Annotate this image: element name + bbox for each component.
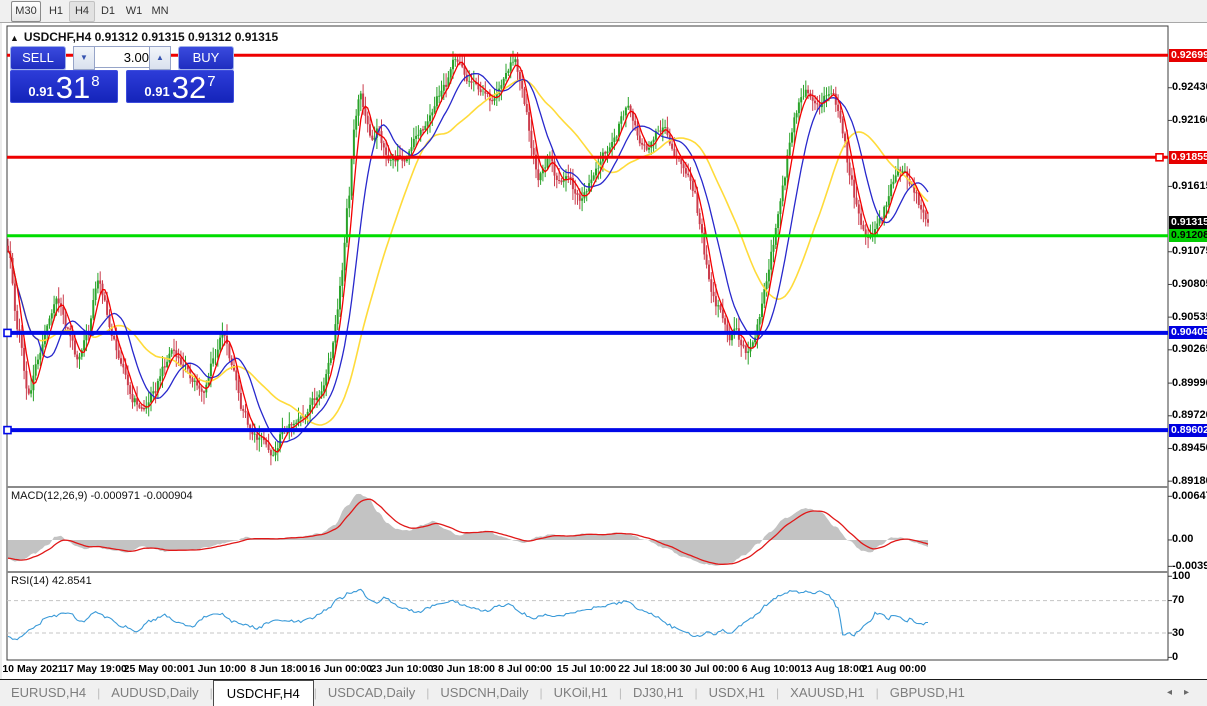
spinner-up-icon: ▲ (156, 53, 164, 62)
price-badge-0.91855: 0.91855 (1169, 151, 1207, 164)
price-tick-label: 0.89180 (1172, 475, 1207, 487)
volume-input[interactable] (95, 46, 155, 68)
time-label: 6 Aug 10:00 (742, 663, 801, 675)
panel-collapse-icon[interactable]: ▲ (10, 33, 19, 43)
tab-dj30-h1[interactable]: DJ30,H1 (622, 680, 695, 706)
buy-price-sup: 7 (207, 73, 215, 90)
candle-bodies-down (8, 59, 928, 455)
price-tick-label: 0.92430 (1172, 81, 1207, 93)
buy-price-button[interactable]: 0.91 32 7 (126, 70, 234, 103)
tab-scroll-arrows: ◂▸ (1167, 680, 1201, 706)
hline-handle-left-0.89602[interactable] (4, 427, 11, 434)
tab-usdcnh-daily[interactable]: USDCNH,Daily (429, 680, 539, 706)
sell-price-small: 0.91 (28, 84, 53, 99)
rsi-tick-label: 70 (1172, 594, 1184, 606)
sell-button[interactable]: SELL (10, 46, 66, 70)
sell-price-big: 31 (56, 73, 90, 102)
chart-title-row: ▲ USDCHF,H4 0.91312 0.91315 0.91312 0.913… (10, 30, 278, 44)
time-label: 25 May 00:00 (124, 663, 189, 675)
price-tick-label: 0.90535 (1172, 311, 1207, 323)
ma_slow-line (8, 80, 928, 425)
time-label: 16 Jun 00:00 (309, 663, 372, 675)
mt4-window: 5 M30 H1 H4 D1 W1 MN ▲USDCHF,H4 0.91312 … (0, 0, 1207, 706)
chart-tab-bar: EURUSD,H4|AUDUSD,Daily|USDCHF,H4|USDCAD,… (0, 679, 1207, 706)
plot-border (7, 26, 1168, 660)
ma_fast-line (8, 62, 928, 452)
price-badge-0.91208: 0.91208 (1169, 229, 1207, 242)
buy-price-big: 32 (172, 73, 206, 102)
time-label: 17 May 19:00 (62, 663, 127, 675)
sell-price-sup: 8 (91, 73, 99, 90)
time-label: 21 Aug 00:00 (862, 663, 926, 675)
tab-ukoil-h1[interactable]: UKOil,H1 (543, 680, 619, 706)
volume-down-button[interactable]: ▼ (73, 46, 95, 70)
ma_mid-line (8, 74, 928, 443)
macd-tick-label: 0.00647 (1172, 490, 1207, 502)
tab-usdchf-h4[interactable]: USDCHF,H4 (213, 680, 314, 706)
time-label: 22 Jul 18:00 (618, 663, 678, 675)
price-tick-label: 0.91075 (1172, 245, 1207, 257)
price-tick-label: 0.90265 (1172, 343, 1207, 355)
time-label: 10 May 2021 (2, 663, 63, 675)
macd-histogram (8, 494, 928, 566)
rsi-tick-label: 30 (1172, 627, 1184, 639)
price-badge-0.90405: 0.90405 (1169, 326, 1207, 339)
tab-usdx-h1[interactable]: USDX,H1 (698, 680, 776, 706)
rsi-tick-label: 100 (1172, 570, 1190, 582)
tab-usdcad-daily[interactable]: USDCAD,Daily (317, 680, 426, 706)
time-label: 8 Jul 00:00 (498, 663, 552, 675)
time-label: 8 Jun 18:00 (250, 663, 307, 675)
rsi-tick-label: 0 (1172, 651, 1178, 663)
price-tick-label: 0.89720 (1172, 409, 1207, 421)
price-tick-label: 0.92160 (1172, 114, 1207, 126)
price-tick-label: 0.89990 (1172, 377, 1207, 389)
time-label: 13 Aug 18:00 (800, 663, 864, 675)
price-tick-label: 0.89450 (1172, 442, 1207, 454)
hline-handle-left-0.90405[interactable] (4, 329, 11, 336)
hline-handle-right-0.91855[interactable] (1156, 154, 1163, 161)
time-label: 1 Jun 10:00 (189, 663, 246, 675)
sell-price-button[interactable]: 0.91 31 8 (10, 70, 118, 103)
chart-symbol-title: USDCHF,H4 (24, 30, 91, 44)
candle-wicks-up (31, 51, 905, 462)
tab-eurusd-h4[interactable]: EURUSD,H4 (0, 680, 97, 706)
time-label: 15 Jul 10:00 (557, 663, 617, 675)
tab-scroll-right-icon[interactable]: ▸ (1184, 687, 1201, 698)
price-badge-0.91315: 0.91315 (1169, 216, 1207, 229)
rsi-label: RSI(14) 42.8541 (11, 575, 92, 587)
price-badge-0.89602: 0.89602 (1169, 424, 1207, 437)
price-tick-label: 0.91615 (1172, 180, 1207, 192)
buy-price-small: 0.91 (144, 84, 169, 99)
tab-gbpusd-h1[interactable]: GBPUSD,H1 (879, 680, 976, 706)
tab-scroll-left-icon[interactable]: ◂ (1167, 687, 1184, 698)
time-label: 30 Jul 00:00 (680, 663, 740, 675)
macd-tick-label: 0.00 (1172, 533, 1193, 545)
macd-label: MACD(12,26,9) -0.000971 -0.000904 (11, 490, 193, 502)
rsi-line (8, 589, 928, 639)
price-tick-label: 0.90805 (1172, 278, 1207, 290)
chart-ohlc-values: 0.91312 0.91315 0.91312 0.91315 (95, 30, 279, 44)
spinner-down-icon: ▼ (80, 53, 88, 62)
time-label: 30 Jun 18:00 (432, 663, 495, 675)
chart-canvas[interactable] (0, 0, 1207, 706)
buy-button[interactable]: BUY (178, 46, 234, 70)
price-badge-0.92699: 0.92699 (1169, 49, 1207, 62)
time-label: 23 Jun 10:00 (370, 663, 433, 675)
tab-audusd-daily[interactable]: AUDUSD,Daily (100, 680, 209, 706)
tab-xauusd-h1[interactable]: XAUUSD,H1 (779, 680, 875, 706)
volume-up-button[interactable]: ▲ (149, 46, 171, 70)
